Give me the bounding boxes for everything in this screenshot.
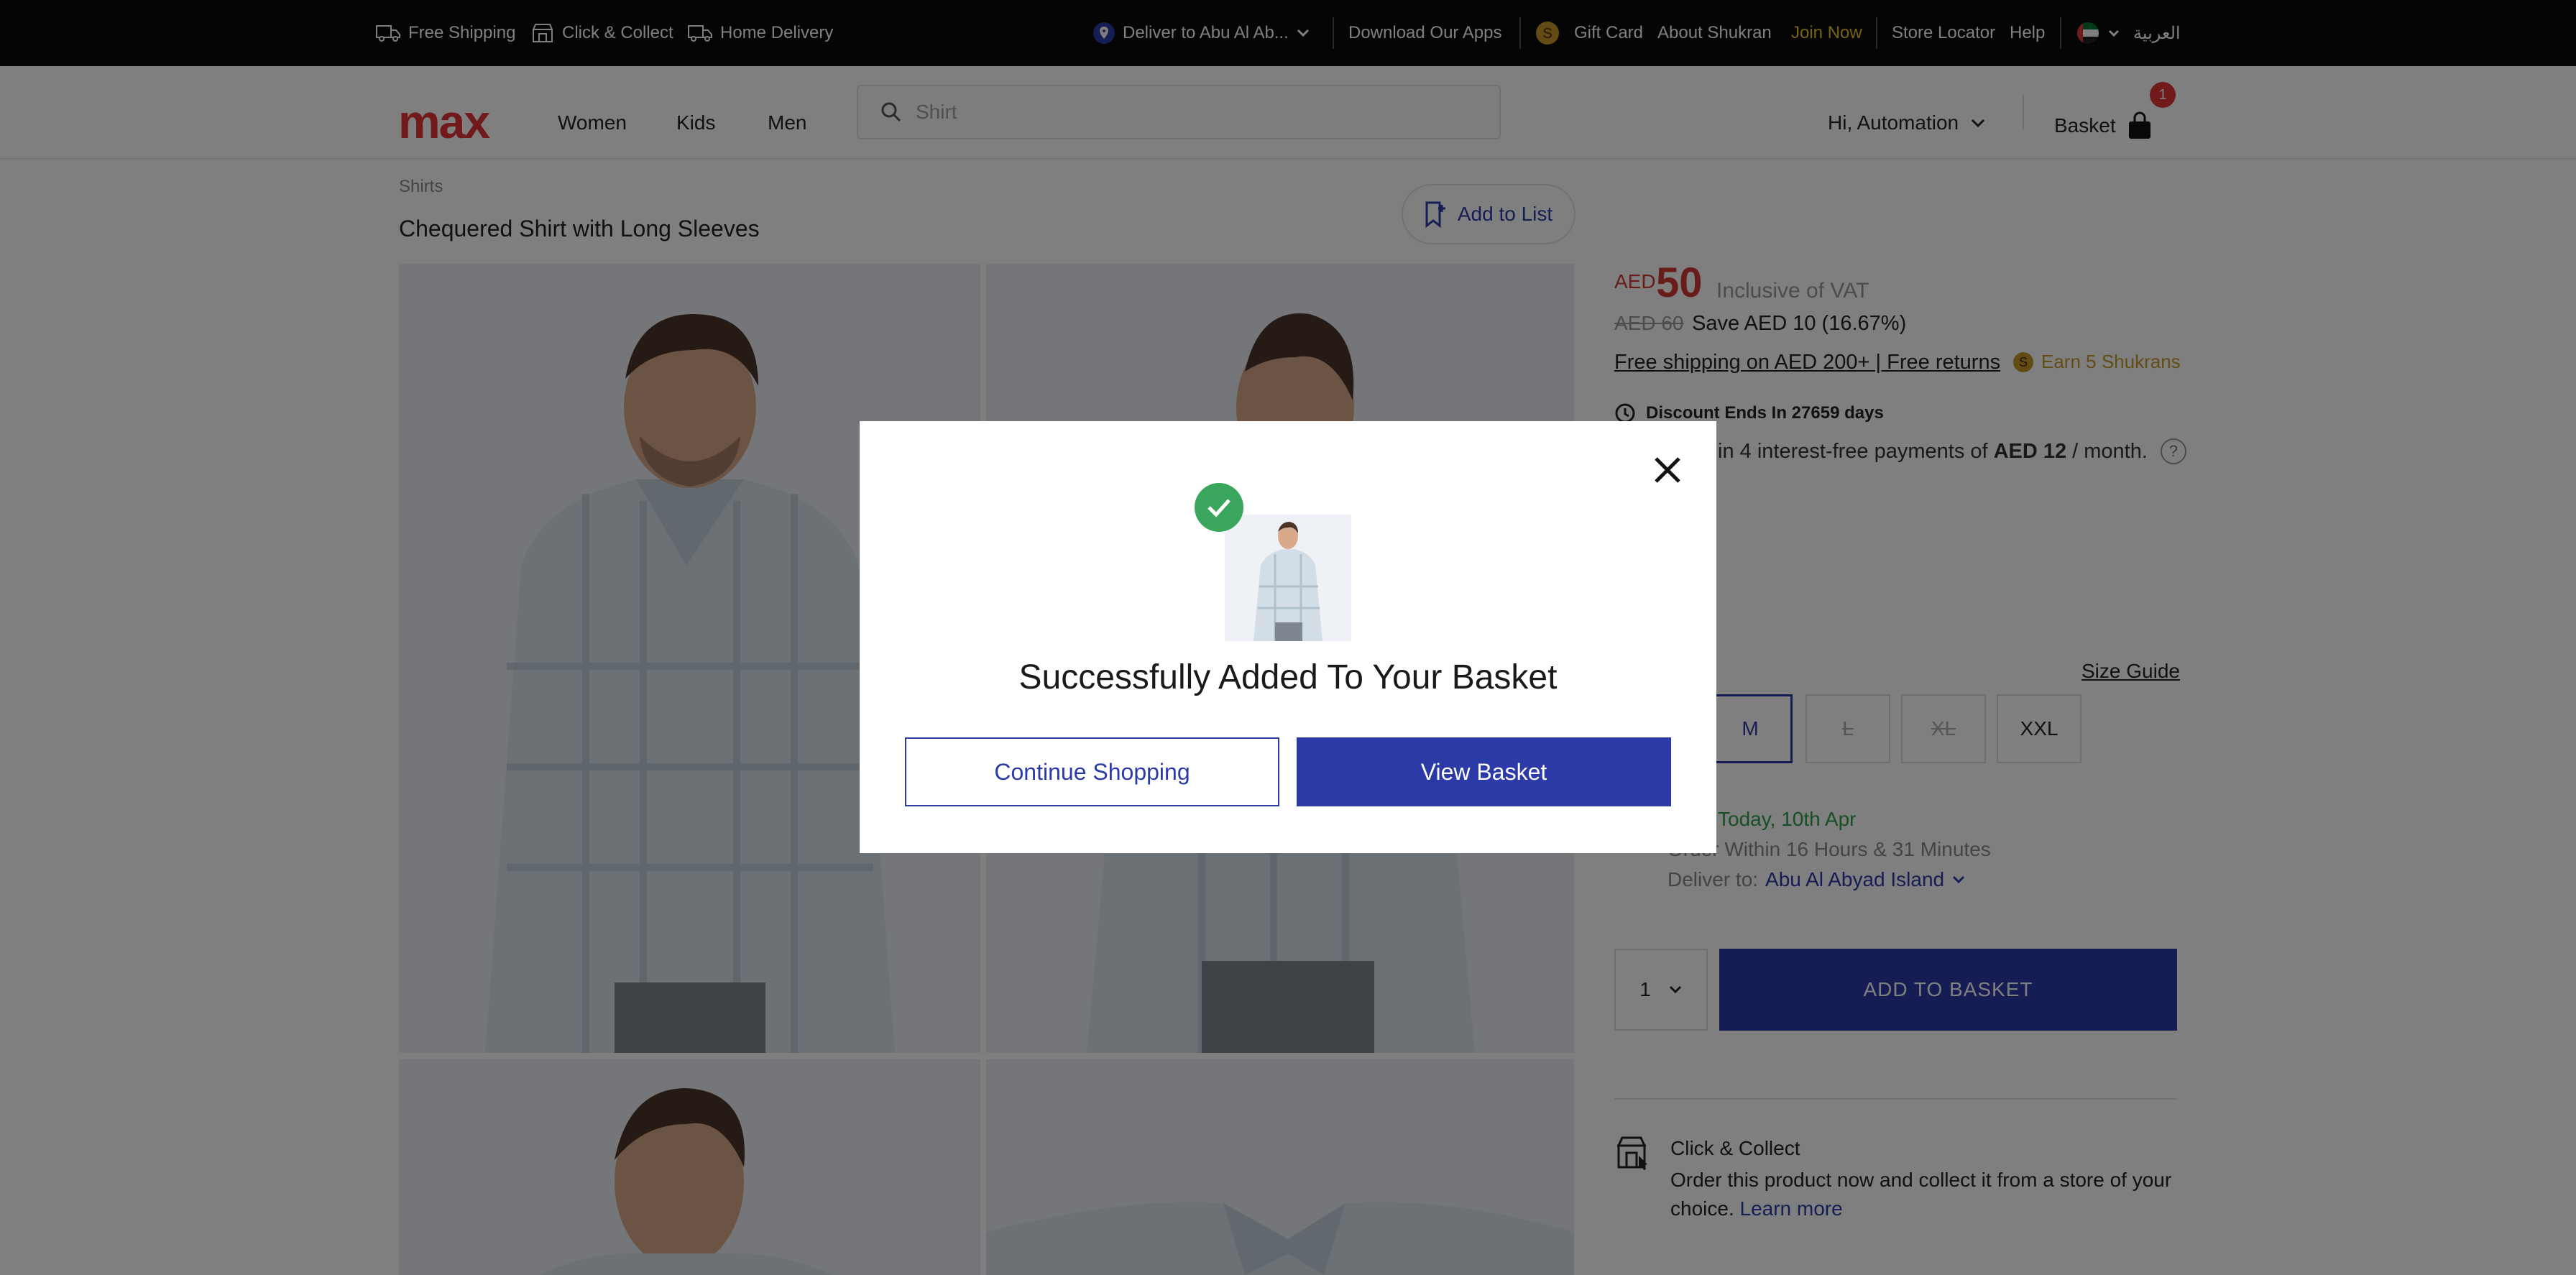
added-product-thumbnail (1225, 515, 1351, 641)
success-check-icon (1195, 483, 1243, 532)
checkmark-icon (1208, 499, 1230, 517)
modal-title: Successfully Added To Your Basket (1018, 658, 1558, 696)
view-basket-button[interactable]: View Basket (1297, 737, 1671, 806)
close-icon[interactable] (1650, 453, 1685, 487)
product-thumbnail-image (1225, 515, 1351, 641)
continue-shopping-button[interactable]: Continue Shopping (905, 737, 1279, 806)
